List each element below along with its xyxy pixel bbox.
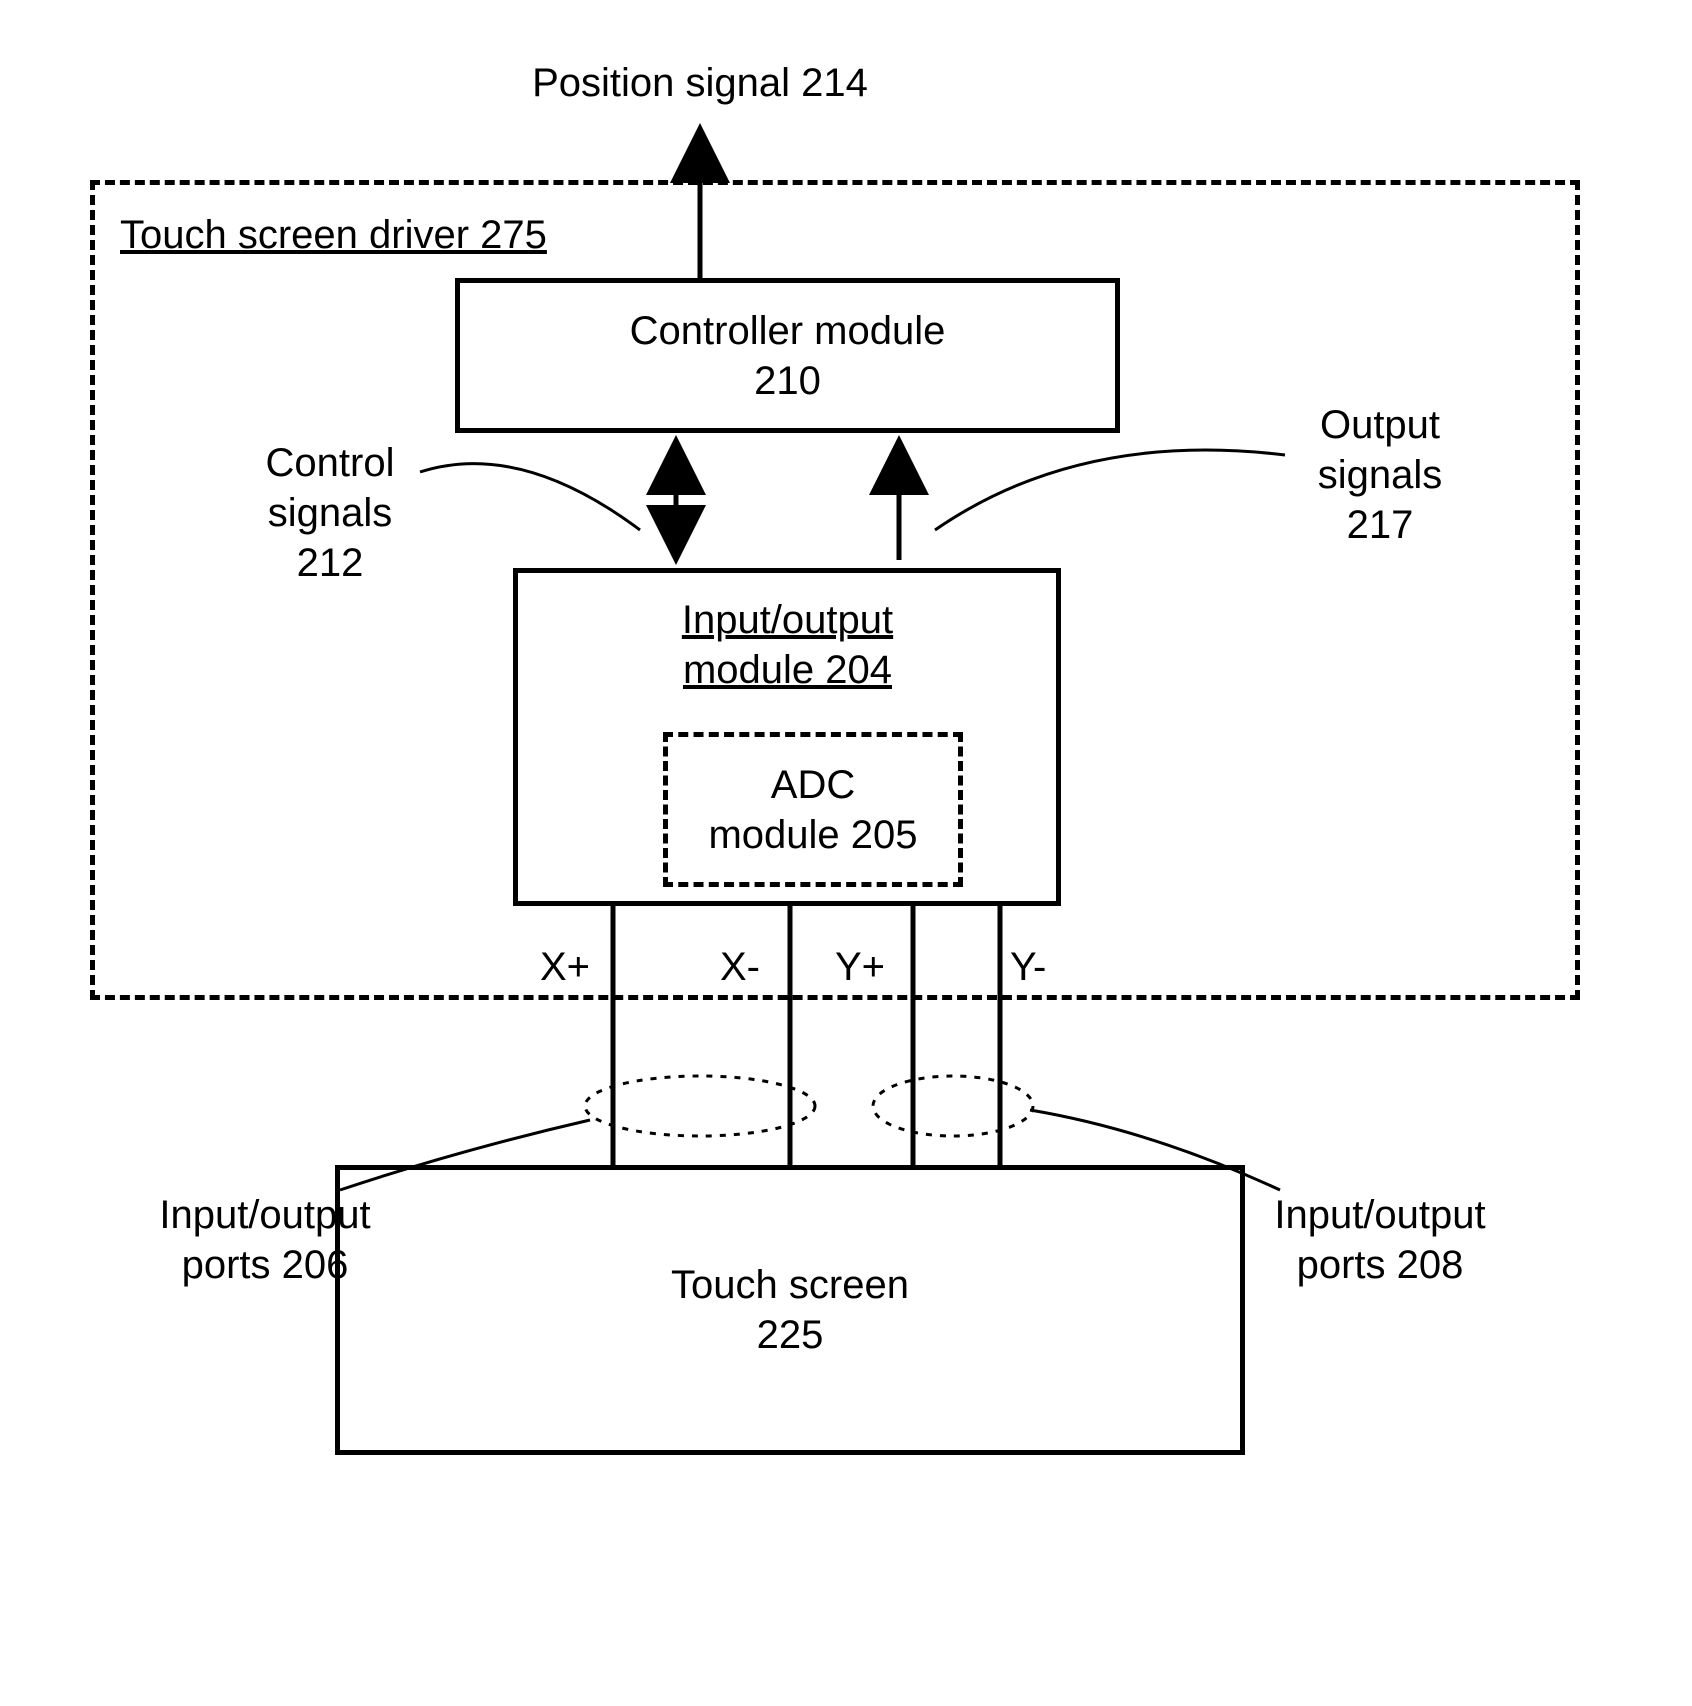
- io-module-title2: module 204: [640, 645, 935, 695]
- adc-line1: ADC: [771, 760, 855, 810]
- io-ports-right-label: Input/output ports 208: [1250, 1190, 1510, 1290]
- diagram-canvas: Position signal 214 Touch screen driver …: [0, 0, 1692, 1706]
- touch-screen-line2: 225: [757, 1310, 824, 1360]
- x-minus-label: X-: [720, 942, 760, 992]
- controller-module-box: Controller module 210: [455, 278, 1120, 433]
- controller-line1: Controller module: [630, 306, 946, 356]
- io-module-title1: Input/output: [640, 595, 935, 645]
- controller-line2: 210: [754, 356, 821, 406]
- adc-module-box: ADC module 205: [663, 732, 963, 887]
- output-signals-label: Output signals 217: [1290, 400, 1470, 550]
- control-signals-label: Control signals 212: [240, 438, 420, 588]
- y-minus-label: Y-: [1010, 942, 1046, 992]
- position-signal-label: Position signal 214: [450, 58, 950, 108]
- driver-title: Touch screen driver 275: [120, 210, 547, 260]
- adc-line2: module 205: [708, 810, 917, 860]
- touch-screen-box: Touch screen 225: [335, 1165, 1245, 1455]
- touch-screen-line1: Touch screen: [671, 1260, 909, 1310]
- x-plus-label: X+: [540, 942, 590, 992]
- io-ports-left-label: Input/output ports 206: [135, 1190, 395, 1290]
- y-plus-label: Y+: [835, 942, 885, 992]
